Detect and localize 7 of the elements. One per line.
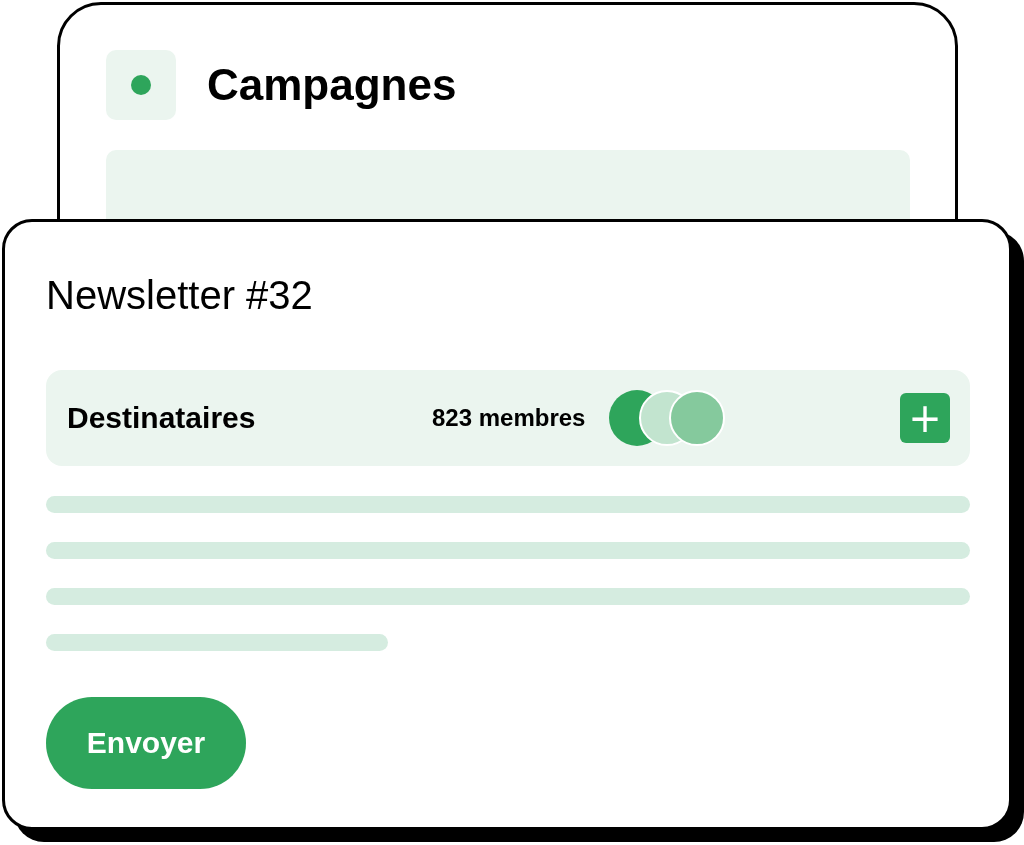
recipients-label: Destinataires [67,401,257,435]
add-button[interactable]: + [900,393,950,443]
send-button[interactable]: Envoyer [46,697,246,789]
status-icon [106,50,176,120]
card-title: Newsletter #32 [46,272,313,319]
member-count: 823 membres [432,404,586,432]
window-title: Campagnes [207,60,457,110]
